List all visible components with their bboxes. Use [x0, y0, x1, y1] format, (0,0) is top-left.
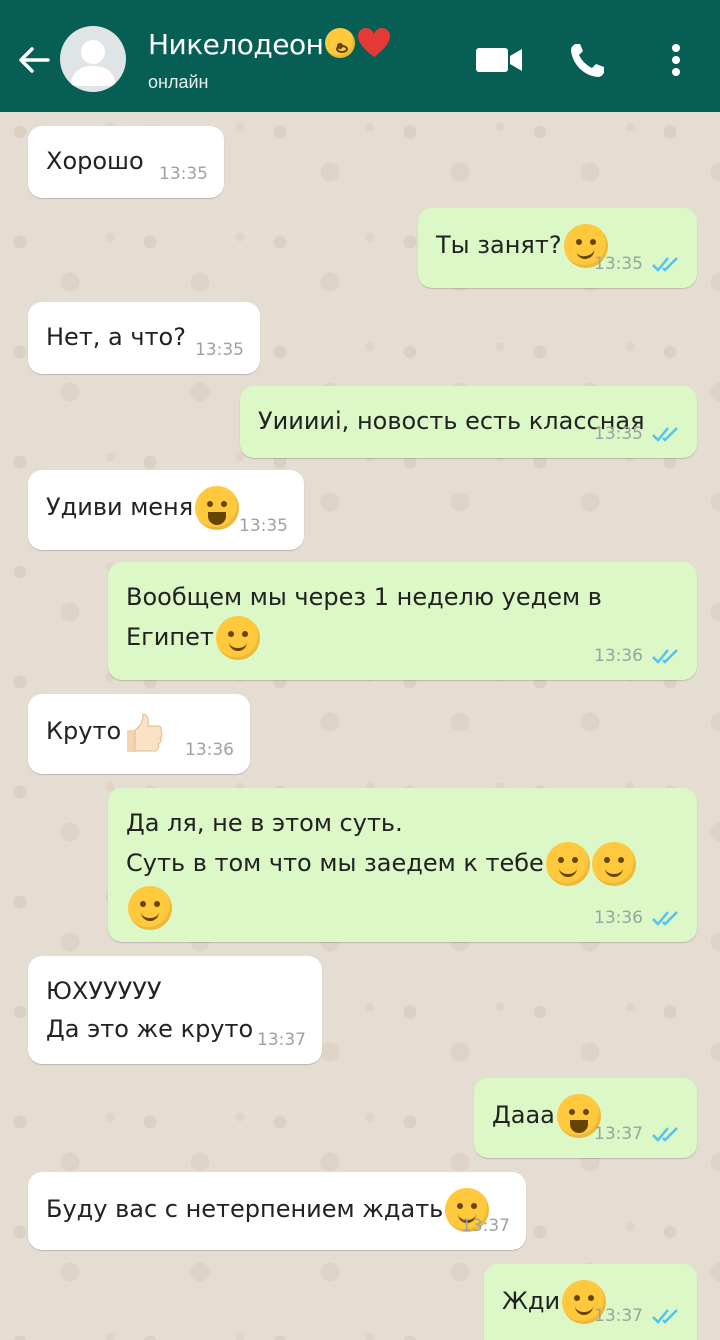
message-outgoing[interactable]: Жди 13:37	[484, 1264, 697, 1340]
message-time: 13:36	[185, 740, 234, 760]
double-check-read-icon	[652, 1127, 678, 1142]
message-incoming[interactable]: Буду вас с нетерпением ждать 13:37	[28, 1172, 526, 1250]
message-time: 13:35	[594, 254, 643, 274]
message-incoming[interactable]: ЮХУУУУУ Да это же круто 13:37	[28, 956, 322, 1064]
message-time: 13:37	[257, 1030, 306, 1050]
relieved-face-icon	[128, 886, 172, 930]
contact-avatar[interactable]	[60, 26, 126, 92]
message-time: 13:37	[594, 1306, 643, 1326]
smiling-face-icon	[215, 616, 260, 660]
message-text: Буду вас с нетерпением ждать	[46, 1195, 444, 1223]
thumbs-up-icon	[127, 713, 163, 752]
message-text: Да ля, не в этом суть. Суть в том что мы…	[126, 809, 544, 877]
double-check-read-icon	[652, 257, 678, 272]
more-vert-icon[interactable]	[664, 40, 688, 80]
message-outgoing[interactable]: Дааа 13:37	[474, 1078, 697, 1158]
message-time: 13:37	[594, 1124, 643, 1144]
relieved-face-icon	[591, 842, 636, 886]
double-check-read-icon	[652, 1309, 678, 1324]
message-incoming[interactable]: Удиви меня 13:35	[28, 470, 304, 550]
message-text: Круто	[46, 717, 122, 745]
message-text: Жди	[502, 1287, 561, 1315]
message-time: 13:35	[594, 424, 643, 444]
message-time: 13:35	[239, 516, 288, 536]
message-time: 13:35	[195, 340, 244, 360]
back-arrow-icon[interactable]	[14, 40, 54, 80]
message-incoming[interactable]: Круто 13:36	[28, 694, 250, 774]
message-text: Дааа	[492, 1101, 555, 1129]
tears-of-joy-icon	[195, 486, 240, 530]
contact-status: онлайн	[148, 72, 209, 92]
message-time: 13:36	[594, 908, 643, 928]
phone-icon[interactable]	[566, 40, 608, 80]
default-avatar-icon	[70, 40, 116, 86]
contact-name[interactable]: Никелодеон	[148, 28, 391, 61]
double-check-read-icon	[652, 427, 678, 442]
message-text: Вообщем мы через 1 неделю уедем в Египет	[126, 583, 602, 651]
message-outgoing[interactable]: Да ля, не в этом суть. Суть в том что мы…	[108, 788, 697, 942]
chat-header: Никелодеон онлайн	[0, 0, 720, 112]
message-incoming[interactable]: Нет, а что? 13:35	[28, 302, 260, 374]
kissing-face-icon	[325, 28, 356, 58]
message-incoming[interactable]: Хорошо 13:35	[28, 126, 224, 198]
message-text: Ты занят?	[436, 231, 562, 259]
message-time: 13:35	[159, 164, 208, 184]
double-check-read-icon	[652, 911, 678, 926]
message-time: 13:37	[461, 1216, 510, 1236]
red-heart-icon	[358, 28, 391, 57]
message-outgoing[interactable]: Ты занят? 13:35	[418, 208, 697, 288]
message-time: 13:36	[594, 646, 643, 666]
relieved-face-icon	[545, 842, 590, 886]
double-check-read-icon	[652, 649, 678, 664]
contact-name-text: Никелодеон	[148, 28, 324, 61]
video-call-icon[interactable]	[474, 40, 524, 80]
message-outgoing[interactable]: Уииииi, новость есть классная 13:35	[240, 386, 697, 458]
message-text: Удиви меня	[46, 493, 194, 521]
message-outgoing[interactable]: Вообщем мы через 1 неделю уедем в Египет…	[108, 562, 697, 680]
